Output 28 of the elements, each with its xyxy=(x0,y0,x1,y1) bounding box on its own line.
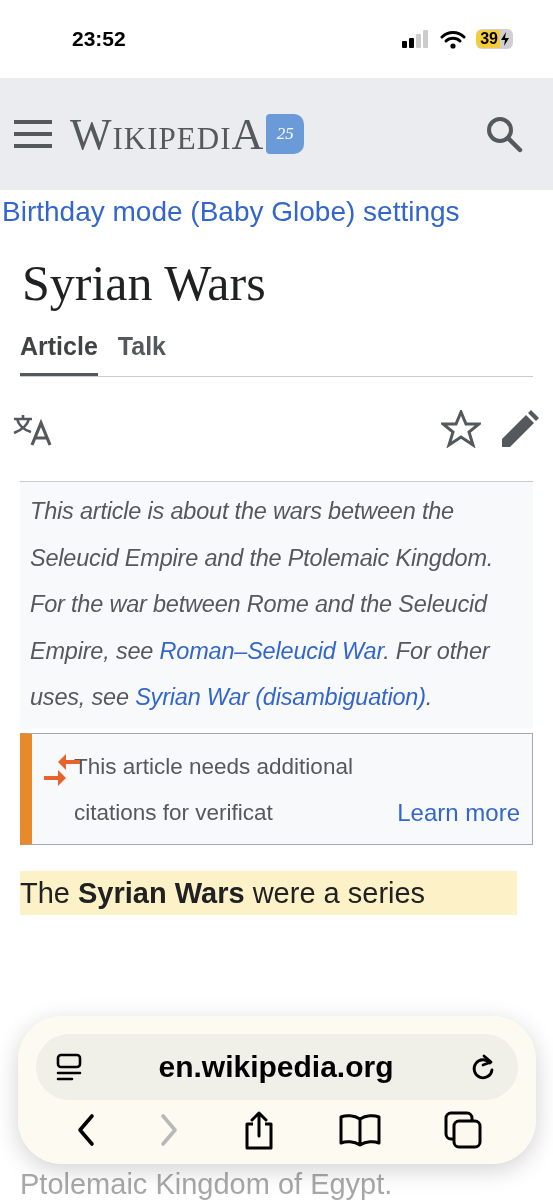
page-tab[interactable]: Talk xyxy=(117,332,166,376)
back-icon[interactable] xyxy=(76,1113,96,1147)
address-bar[interactable]: en.wikipedia.org xyxy=(36,1034,518,1100)
article-link[interactable]: Roman–Seleucid War xyxy=(159,637,384,664)
page-tab[interactable]: Article xyxy=(20,332,98,376)
page-title: Syrian Wars xyxy=(22,254,267,312)
tabs-icon[interactable] xyxy=(444,1111,482,1149)
battery-level: 39 xyxy=(476,30,500,48)
settings-link[interactable]: Birthday mode (Baby Globe) settings xyxy=(0,196,553,228)
book-icon[interactable] xyxy=(339,1113,381,1147)
learn-more-link[interactable]: Learn more xyxy=(397,789,520,836)
notice-text: This article needs additional citations for verificat xyxy=(74,752,354,827)
edit-pencil-icon[interactable] xyxy=(501,410,539,448)
menu-icon[interactable] xyxy=(14,120,52,148)
puzzle-badge: 25 xyxy=(266,114,305,154)
article-link[interactable]: Syrian War (disambiguation) xyxy=(135,684,426,710)
search-icon[interactable] xyxy=(485,115,523,153)
site-logo[interactable]: WikipediA xyxy=(70,108,265,160)
page-menu-icon[interactable] xyxy=(56,1053,82,1081)
translate-icon[interactable] xyxy=(12,412,54,446)
paragraph-line: Ptolemaic Kingdom of Egypt. xyxy=(20,1167,393,1200)
hatnote-text: This article is about the wars between the Seleucid Empire and the Ptolemaic Kingdom. For the war between Rome and the Seleucid Empire, see Roman–Seleucid War. For other uses, see Syrian War (disambiguation). xyxy=(30,497,495,712)
signal-icon xyxy=(402,30,431,48)
wifi-icon xyxy=(440,29,467,49)
url-text: en.wikipedia.org xyxy=(157,1050,395,1084)
status-time: 23:52 xyxy=(72,27,126,51)
star-icon[interactable] xyxy=(441,410,481,448)
reload-icon[interactable] xyxy=(470,1053,496,1081)
